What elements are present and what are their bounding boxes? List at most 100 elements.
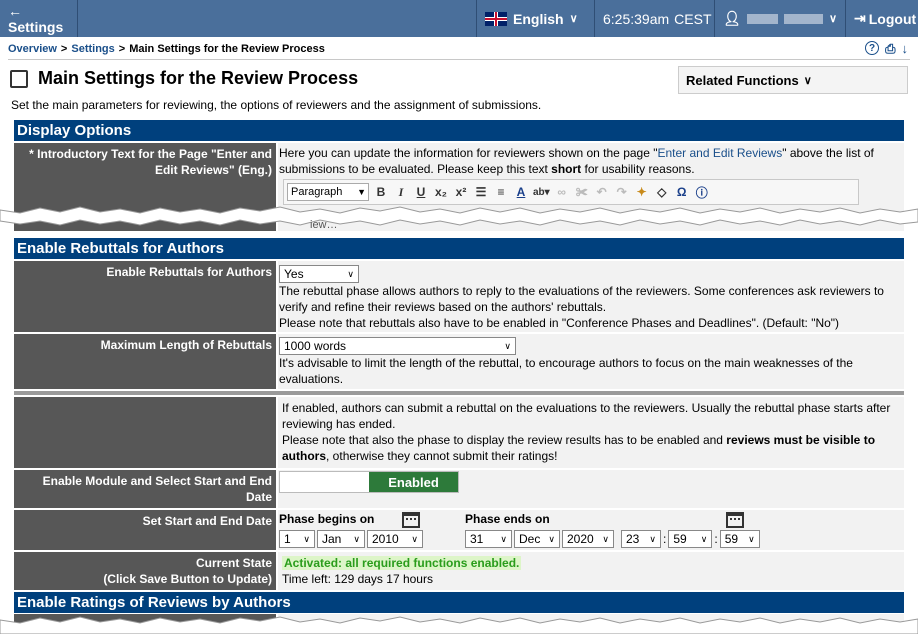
- chevron-down-icon: ∨: [602, 534, 609, 544]
- breadcrumb-settings[interactable]: Settings: [71, 43, 114, 55]
- clock: 6:25:39am CEST: [594, 0, 714, 37]
- intro-help-text-3: for usability reasons.: [581, 162, 695, 176]
- eraser-icon[interactable]: ◇: [654, 185, 670, 199]
- redacted-user-name: [746, 13, 778, 24]
- end-month-value: Dec: [519, 532, 541, 546]
- back-to-settings-button[interactable]: ← Settings: [0, 0, 78, 37]
- related-functions-button[interactable]: Related Functions ∨: [678, 66, 908, 94]
- calendar-icon[interactable]: [402, 512, 420, 528]
- current-time: 6:25:39am: [603, 10, 670, 27]
- chevron-down-icon: ∨: [748, 534, 755, 544]
- end-second-select[interactable]: 59 ∨: [719, 530, 760, 548]
- end-year-value: 2020: [567, 532, 594, 546]
- section-enable-ratings: Enable Ratings of Reviews by Authors: [14, 592, 904, 613]
- enable-rebuttals-select[interactable]: Yes ∨: [279, 265, 359, 283]
- help-icon[interactable]: ?: [865, 41, 880, 55]
- underline-icon[interactable]: U: [413, 185, 429, 199]
- end-minute-select[interactable]: 59 ∨: [668, 530, 713, 548]
- user-icon: 👤︎: [723, 10, 741, 26]
- enable-module-label: Enable Module and Select Start and End D…: [14, 470, 276, 508]
- bulleted-list-icon[interactable]: ☰: [473, 185, 489, 199]
- enable-rebuttals-label: Enable Rebuttals for Authors: [14, 261, 276, 332]
- chevron-down-icon: ∨: [569, 13, 578, 25]
- logout-icon: ⇥: [854, 10, 866, 26]
- timezone: CEST: [674, 10, 712, 27]
- enable-rebuttals-note: Please note that rebuttals also have to …: [279, 316, 840, 330]
- dates-label: Set Start and End Date: [14, 510, 276, 550]
- enable-rebuttals-help: The rebuttal phase allows authors to rep…: [279, 284, 884, 314]
- toggle-off-half: [280, 472, 369, 492]
- italic-icon[interactable]: I: [393, 185, 409, 200]
- intro-help-text: Here you can update the information for …: [279, 146, 658, 160]
- page-title-row: Main Settings for the Review Process: [10, 68, 358, 89]
- text-color-icon[interactable]: A: [513, 185, 529, 199]
- begin-year-select[interactable]: 2010 ∨: [367, 530, 423, 548]
- breadcrumb-separator: >: [118, 42, 126, 55]
- print-icon[interactable]: ⎙: [885, 41, 895, 57]
- highlight-icon[interactable]: ab▾: [533, 187, 550, 198]
- begins-label: Phase begins on: [279, 512, 375, 526]
- link-icon[interactable]: ∞: [554, 185, 570, 199]
- section-enable-rebuttals: Enable Rebuttals for Authors: [14, 238, 904, 259]
- end-day-value: 31: [470, 532, 484, 546]
- end-month-select[interactable]: Dec ∨: [514, 530, 560, 548]
- help-icon[interactable]: ⓘ: [694, 184, 710, 201]
- language-selector[interactable]: English ∨: [476, 0, 594, 37]
- end-hour-select[interactable]: 23 ∨: [621, 530, 661, 548]
- superscript-icon[interactable]: x²: [453, 185, 469, 199]
- module-info-text: If enabled, authors can submit a rebutta…: [282, 401, 891, 431]
- chevron-down-icon: ∨: [500, 534, 507, 544]
- arrow-down-icon[interactable]: ↓: [902, 41, 909, 57]
- clean-format-icon[interactable]: ✦: [634, 185, 650, 199]
- user-menu[interactable]: 👤︎ ∨: [714, 0, 845, 37]
- chevron-down-icon: ∨: [353, 534, 360, 544]
- module-note-part-1: Please note that also the phase to displ…: [282, 433, 727, 447]
- logout-button[interactable]: ⇥ Logout: [845, 0, 918, 37]
- top-bar: ← Settings English ∨ 6:25:39am CEST 👤︎ ∨…: [0, 0, 918, 37]
- page-title: Main Settings for the Review Process: [38, 68, 359, 88]
- dates-value: Phase begins on 1 ∨ Jan ∨ 2010 ∨ Phase ends…: [278, 510, 904, 550]
- chevron-down-icon: ∨: [411, 534, 418, 544]
- special-char-icon[interactable]: Ω: [674, 185, 690, 199]
- uk-flag-icon: [485, 11, 507, 26]
- toggle-on-half: Enabled: [369, 472, 458, 492]
- status-badge: Activated: all required functions enable…: [282, 556, 522, 570]
- chevron-down-icon: ∨: [347, 269, 354, 279]
- max-length-value: 1000 words ∨ It's advisable to limit the…: [278, 334, 904, 389]
- chevron-down-icon: ∨: [828, 13, 837, 25]
- module-info-note: Please note that also the phase to displ…: [282, 432, 900, 464]
- current-state-hint: (Click Save Button to Update): [103, 572, 272, 586]
- begin-day-select[interactable]: 1 ∨: [279, 530, 315, 548]
- time-separator: :: [663, 532, 667, 546]
- calendar-icon[interactable]: [726, 512, 744, 528]
- redacted-user-name-2: [783, 13, 823, 24]
- undo-icon[interactable]: ↶: [594, 185, 610, 199]
- end-second-value: 59: [724, 532, 739, 546]
- module-info-label: [14, 397, 276, 468]
- end-year-select[interactable]: 2020 ∨: [562, 530, 614, 548]
- torn-edge-bottom: [0, 616, 918, 634]
- begin-year-value: 2010: [372, 532, 399, 546]
- page-tools: ? ⎙ ↓: [865, 41, 908, 57]
- begin-month-value: Jan: [322, 532, 342, 546]
- format-select[interactable]: Paragraph ▼: [287, 183, 369, 201]
- redo-icon[interactable]: ↷: [614, 185, 630, 199]
- current-state-title: Current State: [195, 556, 272, 570]
- unlink-icon[interactable]: ✀: [574, 185, 590, 200]
- enter-edit-reviews-link[interactable]: Enter and Edit Reviews: [657, 146, 782, 160]
- max-length-select[interactable]: 1000 words ∨: [279, 337, 516, 355]
- bold-icon[interactable]: B: [373, 185, 389, 199]
- begin-month-select[interactable]: Jan ∨: [317, 530, 365, 548]
- breadcrumb-overview[interactable]: Overview: [8, 43, 57, 55]
- breadcrumb-separator: >: [60, 42, 68, 55]
- enable-module-toggle[interactable]: Enabled: [279, 471, 459, 493]
- subscript-icon[interactable]: x₂: [433, 185, 449, 199]
- related-functions-label: Related Functions: [686, 72, 799, 88]
- begin-date-selects: 1 ∨ Jan ∨ 2010 ∨: [279, 530, 423, 548]
- current-state-value: Activated: all required functions enable…: [278, 552, 904, 590]
- end-day-select[interactable]: 31 ∨: [465, 530, 512, 548]
- language-label: English: [513, 10, 564, 27]
- cut-off-text: iew…: [310, 220, 338, 230]
- numbered-list-icon[interactable]: ≡: [493, 185, 509, 199]
- enable-rebuttals-selected: Yes: [284, 267, 304, 281]
